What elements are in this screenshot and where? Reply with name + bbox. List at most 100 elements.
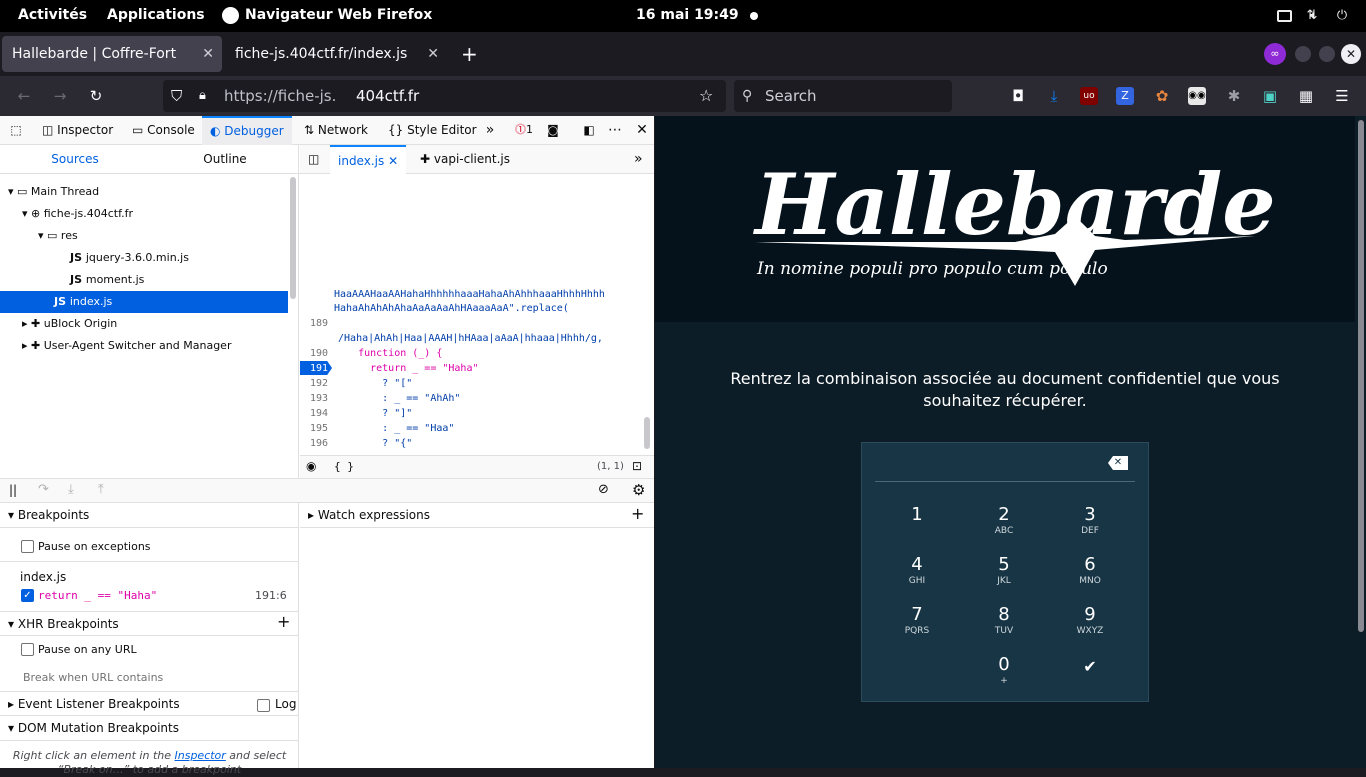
scroll-thumb[interactable] bbox=[1358, 120, 1364, 632]
dock-side-icon[interactable]: ◧ bbox=[581, 122, 597, 138]
search-bar[interactable]: ⚲ Search bbox=[734, 80, 952, 112]
step-over-icon[interactable]: ↷ bbox=[38, 482, 49, 497]
tab-outline[interactable]: Outline bbox=[150, 145, 300, 174]
active-app-name[interactable]: Navigateur Web Firefox bbox=[245, 7, 432, 23]
eye-icon[interactable]: ◉ bbox=[306, 459, 316, 473]
tab-inspector[interactable]: ◫ Inspector bbox=[38, 116, 117, 145]
step-out-icon[interactable]: ⤒ bbox=[98, 482, 104, 497]
applications-menu[interactable]: Applications bbox=[107, 7, 205, 23]
tab-index-js[interactable]: fiche-js.404ctf.fr/index.js ✕ bbox=[225, 36, 447, 72]
power-icon[interactable]: ⏻ bbox=[1334, 8, 1350, 24]
close-tab-icon[interactable]: ✕ bbox=[427, 36, 439, 72]
pause-icon[interactable]: || bbox=[9, 483, 17, 497]
tab-network[interactable]: ⇅ Network bbox=[300, 116, 372, 145]
dom-mutation-breakpoints-header[interactable]: ▾ DOM Mutation Breakpoints bbox=[0, 716, 299, 741]
keyboard-icon[interactable] bbox=[1277, 10, 1292, 22]
close-window-button[interactable]: ✕ bbox=[1341, 44, 1361, 64]
pretty-print-button[interactable]: { } bbox=[334, 460, 354, 473]
back-arrow-icon[interactable]: ← bbox=[14, 86, 34, 106]
user-agent-switcher-icon[interactable]: ◉◉ bbox=[1188, 87, 1206, 105]
tab-sources[interactable]: Sources bbox=[0, 145, 150, 174]
close-tab-icon[interactable]: ✕ bbox=[202, 36, 214, 72]
shield-icon[interactable]: ⛉ bbox=[171, 80, 182, 112]
key-9[interactable]: 9 WXYZ bbox=[1060, 605, 1120, 637]
pause-exceptions-label: Pause on exceptions bbox=[38, 540, 151, 553]
editor-scrollbar[interactable] bbox=[644, 417, 650, 449]
tree-item-domain[interactable]: ▾ ⊕ fiche-js.404ctf.fr bbox=[0, 203, 288, 225]
url-bar[interactable]: ⛉ 🔒︎ https://fiche-js. 404ctf.fr ☆ bbox=[163, 80, 726, 112]
url-prefix: https://fiche-js. bbox=[224, 87, 337, 105]
breakpoints-header[interactable]: ▾ Breakpoints bbox=[0, 503, 299, 528]
source-map-icon[interactable]: ⊡ bbox=[632, 459, 642, 473]
key-3[interactable]: 3 DEF bbox=[1060, 505, 1120, 537]
tree-item-main-thread[interactable]: ▾ ▭ Main Thread bbox=[0, 181, 288, 203]
extension-fox-icon[interactable]: ✿ bbox=[1152, 86, 1172, 106]
tab-hallebarde[interactable]: Hallebarde | Coffre-Fort ✕ bbox=[2, 36, 222, 72]
more-options-icon[interactable]: ⋯ bbox=[607, 122, 623, 138]
key-0[interactable]: 0 + bbox=[974, 655, 1034, 687]
lock-icon[interactable]: 🔒︎ bbox=[199, 80, 206, 112]
editor-tab-vapi-client[interactable]: ✚ vapi-client.js bbox=[416, 145, 514, 174]
error-count-badge[interactable]: ⓵1 bbox=[512, 122, 536, 138]
speaker-icon[interactable]: 🔈︎ bbox=[1306, 8, 1322, 24]
downloads-icon[interactable]: ⤓ bbox=[1044, 86, 1064, 106]
sources-scrollbar[interactable] bbox=[290, 177, 296, 299]
new-tab-plus-icon[interactable]: + bbox=[461, 44, 478, 64]
key-4[interactable]: 4 GHI bbox=[887, 555, 947, 587]
tree-item-res-folder[interactable]: ▾ ▭ res bbox=[0, 225, 288, 247]
xhr-breakpoints-header[interactable]: ▾ XHR Breakpoints bbox=[0, 611, 299, 636]
clock[interactable]: 16 mai 19:49 bbox=[636, 7, 739, 23]
editor-tab-index-js[interactable]: index.js ✕ bbox=[330, 145, 407, 174]
tab-style-editor[interactable]: {} Style Editor bbox=[384, 116, 481, 145]
tree-item-index-js[interactable]: JS index.js bbox=[0, 291, 288, 313]
settings-gear-icon[interactable]: ⚙ bbox=[632, 481, 645, 499]
tab-console[interactable]: ▭ Console bbox=[128, 116, 199, 145]
add-watch-expression-plus-icon[interactable]: + bbox=[631, 504, 644, 523]
step-in-icon[interactable]: ⤓ bbox=[68, 482, 74, 497]
key-6[interactable]: 6 MNO bbox=[1060, 555, 1120, 587]
more-tabs-chevron-icon[interactable]: » bbox=[482, 122, 498, 138]
pause-any-url-checkbox[interactable] bbox=[21, 643, 34, 656]
forward-arrow-icon[interactable]: → bbox=[50, 86, 70, 106]
break-url-input[interactable]: Break when URL contains bbox=[23, 671, 163, 684]
tree-item-moment[interactable]: JS moment.js bbox=[0, 269, 288, 291]
extension-puzzle-icon[interactable]: ✱ bbox=[1224, 86, 1244, 106]
tree-item-user-agent-switcher[interactable]: ▸ ✚ User-Agent Switcher and Manager bbox=[0, 335, 288, 357]
key-8[interactable]: 8 TUV bbox=[974, 605, 1034, 637]
event-listener-breakpoints-header[interactable]: ▸ Event Listener Breakpoints bbox=[0, 691, 299, 716]
pause-exceptions-checkbox[interactable] bbox=[21, 540, 34, 553]
extension-z-icon[interactable]: Z bbox=[1116, 87, 1134, 105]
close-devtools-icon[interactable]: ✕ bbox=[634, 122, 650, 138]
confirm-check-icon[interactable]: ✔ bbox=[1060, 657, 1120, 676]
ublock-origin-icon[interactable]: uo bbox=[1080, 87, 1098, 105]
page-scrollbar[interactable] bbox=[1356, 116, 1366, 768]
breakpoint-checkbox[interactable]: ✓ bbox=[21, 589, 34, 602]
toggle-sidebar-icon[interactable]: ◫ bbox=[308, 152, 319, 166]
tree-item-jquery[interactable]: JS jquery-3.6.0.min.js bbox=[0, 247, 288, 269]
reload-icon[interactable]: ↻ bbox=[86, 86, 106, 106]
bookmark-star-icon[interactable]: ☆ bbox=[699, 80, 713, 112]
inspector-link[interactable]: Inspector bbox=[175, 749, 226, 762]
tab-debugger[interactable]: ◐ Debugger bbox=[202, 116, 292, 145]
minimize-window-button[interactable] bbox=[1295, 46, 1311, 62]
maximize-window-button[interactable] bbox=[1319, 46, 1335, 62]
key-7[interactable]: 7 PQRS bbox=[887, 605, 947, 637]
activities-button[interactable]: Activités bbox=[18, 7, 87, 23]
save-extension-icon[interactable]: ▣ bbox=[1260, 86, 1280, 106]
backspace-icon[interactable]: ✕ bbox=[1108, 456, 1128, 470]
watch-expressions-header[interactable]: ▸ Watch expressions bbox=[300, 503, 654, 528]
key-5[interactable]: 5 JKL bbox=[974, 555, 1034, 587]
key-1[interactable]: 1 bbox=[887, 505, 947, 525]
add-xhr-breakpoint-plus-icon[interactable]: + bbox=[277, 612, 290, 631]
tree-item-ublock[interactable]: ▸ ✚ uBlock Origin bbox=[0, 313, 288, 335]
deactivate-breakpoints-icon[interactable]: ⊘ bbox=[598, 482, 609, 497]
key-2[interactable]: 2 ABC bbox=[974, 505, 1034, 537]
element-picker-icon[interactable]: ⬚ bbox=[8, 122, 24, 138]
qr-code-icon[interactable]: ▦ bbox=[1296, 86, 1316, 106]
log-checkbox[interactable] bbox=[257, 699, 270, 712]
pocket-icon[interactable]: ◘ bbox=[1008, 86, 1028, 106]
more-tabs-chevron-icon[interactable]: » bbox=[634, 151, 643, 167]
hamburger-menu-icon[interactable]: ☰ bbox=[1332, 86, 1352, 106]
close-tab-icon[interactable]: ✕ bbox=[388, 154, 398, 168]
screenshot-icon[interactable]: ◙ bbox=[545, 122, 561, 138]
